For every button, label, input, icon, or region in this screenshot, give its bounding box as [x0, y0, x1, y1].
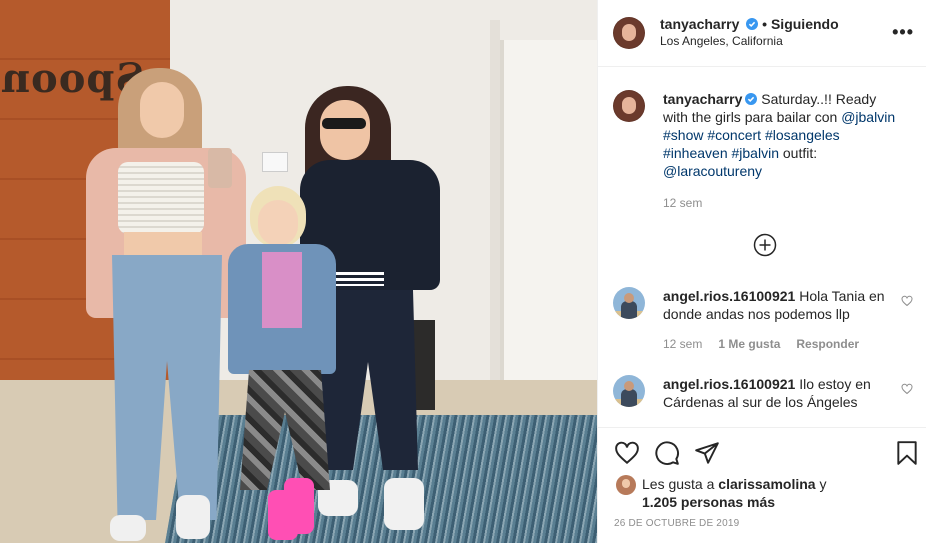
bookmark-icon[interactable]	[894, 440, 920, 466]
author-username[interactable]: tanyacharry	[660, 16, 739, 32]
commenter-avatar-head	[624, 381, 634, 391]
follow-status-button[interactable]: Siguiendo	[771, 16, 839, 32]
likes-text: Les gusta a clarissamolina y 1.205 perso…	[642, 475, 826, 511]
liker-username[interactable]: clarissamolina	[718, 476, 815, 492]
comment-item: angel.rios.16100921 Ilo estoy en Cárdena…	[613, 375, 913, 411]
commenter-avatar-body	[621, 301, 637, 319]
photo-door	[500, 40, 597, 380]
comment-likes[interactable]: 1 Me gusta	[718, 337, 780, 351]
comment-like-icon[interactable]	[901, 383, 913, 395]
likes-prefix: Les gusta a	[642, 476, 719, 492]
caption-avatar[interactable]	[613, 90, 645, 122]
caption-mention-outfit[interactable]: @laracouturenу	[663, 163, 762, 179]
comment-item: angel.rios.16100921 Hola Tania en donde …	[613, 287, 913, 353]
person-3-sunglasses	[322, 118, 366, 129]
person-2-boot-right	[284, 478, 314, 534]
likes-suffix: y	[815, 476, 827, 492]
comment-reply-button[interactable]: Responder	[796, 337, 859, 351]
comment-meta: 12 sem 1 Me gusta Responder	[663, 335, 891, 353]
commenter-username[interactable]: angel.rios.16100921	[663, 288, 795, 304]
person-1-shoe-left	[110, 515, 146, 541]
person-1-phone	[208, 148, 232, 188]
person-2-face	[258, 200, 298, 246]
liker-avatar[interactable]	[616, 475, 636, 495]
person-3-face	[320, 100, 370, 160]
person-3-stripe	[332, 272, 384, 286]
liker-avatar-face	[622, 479, 630, 488]
comments-list[interactable]: tanyacharry Saturday..!! Ready with the …	[598, 67, 926, 427]
verified-icon	[746, 18, 759, 30]
commenter-avatar[interactable]	[613, 375, 645, 407]
commenter-avatar-head	[624, 293, 634, 303]
verified-icon	[745, 93, 758, 105]
commenter-avatar-body	[621, 389, 637, 407]
likes-summary: Les gusta a clarissamolina y 1.205 perso…	[616, 475, 826, 511]
photo-thermostat	[262, 152, 288, 172]
person-1-face	[140, 82, 184, 138]
author-avatar-ring	[613, 17, 645, 49]
likes-others[interactable]: 1.205 personas más	[642, 494, 775, 510]
share-icon[interactable]	[694, 440, 720, 466]
author-avatar[interactable]	[613, 17, 645, 49]
post-photo[interactable]: Spoon	[0, 0, 597, 543]
person-1-top	[118, 162, 204, 234]
caption-text-2: outfit:	[778, 145, 818, 161]
caption-mention-jbalvin[interactable]: @jbalvin	[841, 109, 895, 125]
caption-body: tanyacharry Saturday..!! Ready with the …	[663, 90, 903, 212]
caption: tanyacharry Saturday..!! Ready with the …	[598, 67, 926, 212]
post-actions: Les gusta a clarissamolina y 1.205 perso…	[598, 427, 926, 543]
commenter-avatar[interactable]	[613, 287, 645, 319]
person-3-shoe-right	[384, 478, 424, 530]
more-icon[interactable]: •••	[892, 22, 914, 43]
person-2-top	[262, 252, 302, 328]
comment-like-icon[interactable]	[901, 295, 913, 307]
comment-body: angel.rios.16100921 Hola Tania en donde …	[663, 287, 891, 353]
post-header: tanyacharry • Siguiendo Los Angeles, Cal…	[598, 0, 926, 67]
post-location[interactable]: Los Angeles, California	[660, 33, 839, 50]
header-text: tanyacharry • Siguiendo Los Angeles, Cal…	[660, 16, 839, 50]
add-circle-icon[interactable]	[753, 233, 777, 257]
comment-time[interactable]: 12 sem	[663, 337, 702, 351]
comment-icon[interactable]	[654, 440, 680, 466]
follow-separator: •	[762, 16, 768, 32]
commenter-username[interactable]: angel.rios.16100921	[663, 376, 795, 392]
heart-icon[interactable]	[614, 440, 640, 466]
post-side-panel: tanyacharry • Siguiendo Los Angeles, Cal…	[597, 0, 926, 543]
comment-body: angel.rios.16100921 Ilo estoy en Cárdena…	[663, 375, 891, 411]
caption-time[interactable]: 12 sem	[663, 194, 903, 212]
caption-avatar-ring	[613, 90, 645, 122]
caption-username[interactable]: tanyacharry	[663, 91, 742, 107]
post-date[interactable]: 26 de octubre de 2019	[614, 518, 739, 529]
photo-door-trim	[490, 20, 500, 390]
person-1-shoe-right	[176, 495, 210, 539]
